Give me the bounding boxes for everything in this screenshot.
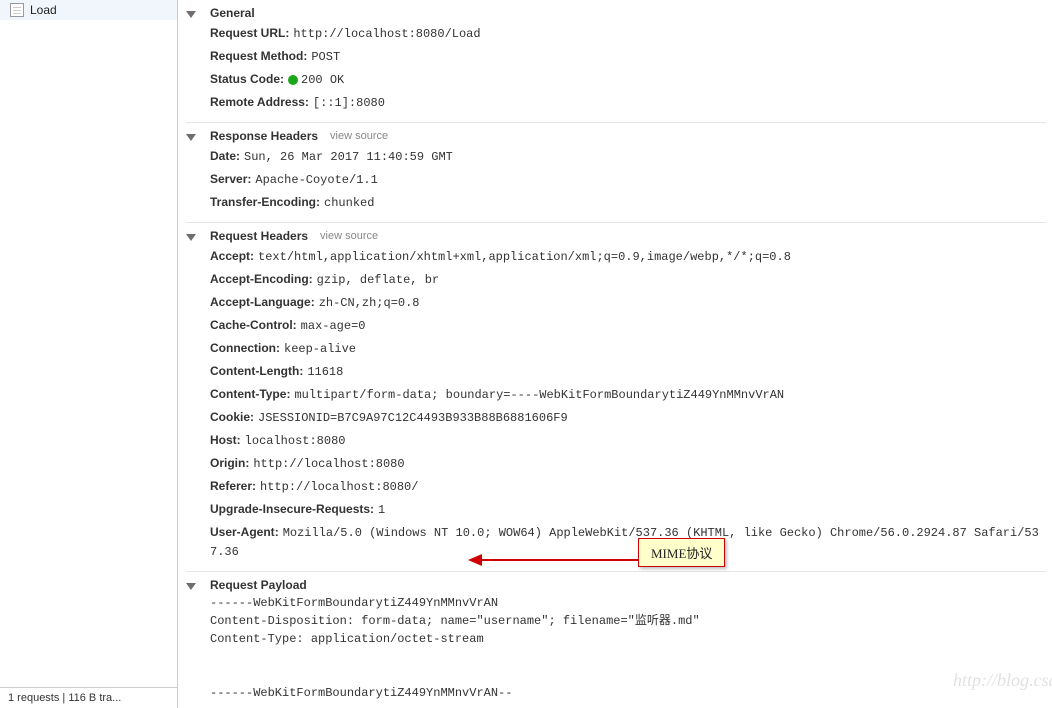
kv-value: 11618 [307, 365, 343, 379]
section-title: Request Headers [210, 229, 308, 243]
kv-row: Origin http://localhost:8080 [210, 452, 1046, 475]
triangle-down-icon [186, 583, 196, 590]
section-general-toggle[interactable]: General [186, 4, 1046, 22]
triangle-down-icon [186, 134, 196, 141]
kv-key: Upgrade-Insecure-Requests [210, 502, 374, 516]
kv-key: Date [210, 149, 240, 163]
view-source-link[interactable]: view source [320, 230, 378, 242]
kv-value: Mozilla/5.0 (Windows NT 10.0; WOW64) App… [210, 526, 1039, 559]
kv-value: multipart/form-data; boundary=----WebKit… [294, 388, 784, 402]
kv-key: Transfer-Encoding [210, 195, 320, 209]
kv-key: Remote Address [210, 95, 309, 109]
kv-value: text/html,application/xhtml+xml,applicat… [258, 250, 791, 264]
kv-row: Remote Address [::1]:8080 [210, 91, 1046, 114]
kv-value: chunked [324, 196, 374, 210]
section-request-headers: Request Headers view source Accept text/h… [186, 223, 1046, 572]
kv-key: User-Agent [210, 525, 279, 539]
kv-key: Status Code [210, 72, 284, 86]
kv-key: Origin [210, 456, 249, 470]
kv-row: Status Code 200 OK [210, 68, 1046, 91]
kv-value: http://localhost:8080/Load [293, 27, 480, 41]
kv-row: User-AgentMozilla/5.0 (Windows NT 10.0; … [210, 521, 1046, 563]
kv-value: zh-CN,zh;q=0.8 [319, 296, 420, 310]
kv-row: Referer http://localhost:8080/ [210, 475, 1046, 498]
kv-row: Accept-Language zh-CN,zh;q=0.8 [210, 291, 1046, 314]
kv-key: Request URL [210, 26, 289, 40]
kv-row: Upgrade-Insecure-Requests 1 [210, 498, 1046, 521]
kv-row: Date Sun, 26 Mar 2017 11:40:59 GMT [210, 145, 1046, 168]
section-request-payload: Request Payload ------WebKitFormBoundary… [186, 572, 1046, 708]
status-dot-icon [288, 75, 298, 85]
section-response-headers: Response Headers view source Date Sun, 26… [186, 123, 1046, 223]
kv-row: Accept-Encoding gzip, deflate, br [210, 268, 1046, 291]
kv-key: Cookie [210, 410, 254, 424]
kv-row: Request URL http://localhost:8080/Load [210, 22, 1046, 45]
triangle-down-icon [186, 234, 196, 241]
kv-value: 1 [378, 503, 385, 517]
kv-key: Referer [210, 479, 256, 493]
section-title: Response Headers [210, 129, 318, 143]
section-general: General Request URL http://localhost:8080… [186, 0, 1046, 123]
kv-key: Connection [210, 341, 280, 355]
kv-value: 200 OK [288, 73, 344, 87]
view-source-link[interactable]: view source [330, 130, 388, 142]
kv-value: max-age=0 [301, 319, 366, 333]
kv-row: Content-Type multipart/form-data; boundar… [210, 383, 1046, 406]
kv-value: POST [311, 50, 340, 64]
kv-key: Server [210, 172, 251, 186]
file-icon [10, 3, 24, 17]
section-request-payload-toggle[interactable]: Request Payload [186, 576, 1046, 594]
kv-key: Request Method [210, 49, 307, 63]
kv-row: Accept text/html,application/xhtml+xml,ap… [210, 245, 1046, 268]
kv-value: gzip, deflate, br [317, 273, 439, 287]
kv-row: Server Apache-Coyote/1.1 [210, 168, 1046, 191]
kv-value: localhost:8080 [245, 434, 346, 448]
annotation-callout: MIME协议 [638, 538, 725, 567]
kv-key: Accept-Encoding [210, 272, 313, 286]
request-item-label: Load [30, 3, 57, 17]
kv-value: Apache-Coyote/1.1 [255, 173, 377, 187]
kv-row: Cookie JSESSIONID=B7C9A97C12C4493B933B88B… [210, 406, 1046, 429]
kv-key: Content-Length [210, 364, 303, 378]
kv-key: Cache-Control [210, 318, 297, 332]
kv-row: Connection keep-alive [210, 337, 1046, 360]
payload-body: ------WebKitFormBoundarytiZ449YnMMnvVrAN… [186, 594, 1046, 702]
kv-row: Transfer-Encoding chunked [210, 191, 1046, 214]
kv-value: http://localhost:8080/ [260, 480, 418, 494]
kv-row: Cache-Control max-age=0 [210, 314, 1046, 337]
kv-value: http://localhost:8080 [253, 457, 404, 471]
kv-value: [::1]:8080 [313, 96, 385, 110]
kv-value: JSESSIONID=B7C9A97C12C4493B933B88B688160… [258, 411, 568, 425]
kv-key: Content-Type [210, 387, 290, 401]
request-list-sidebar: Load 1 requests | 116 B tra... [0, 0, 178, 708]
kv-key: Accept [210, 249, 254, 263]
kv-value: Sun, 26 Mar 2017 11:40:59 GMT [244, 150, 453, 164]
kv-key: Accept-Language [210, 295, 315, 309]
request-list-item[interactable]: Load [0, 0, 177, 20]
section-title: Request Payload [210, 578, 307, 592]
kv-row: Request Method POST [210, 45, 1046, 68]
section-request-headers-toggle[interactable]: Request Headers view source [186, 227, 1046, 245]
kv-row: Host localhost:8080 [210, 429, 1046, 452]
section-response-headers-toggle[interactable]: Response Headers view source [186, 127, 1046, 145]
requests-summary: 1 requests | 116 B tra... [0, 687, 177, 708]
section-title: General [210, 6, 255, 20]
triangle-down-icon [186, 11, 196, 18]
kv-key: Host [210, 433, 241, 447]
kv-value: keep-alive [284, 342, 356, 356]
kv-row: Content-Length 11618 [210, 360, 1046, 383]
headers-panel: General Request URL http://localhost:8080… [178, 0, 1052, 708]
